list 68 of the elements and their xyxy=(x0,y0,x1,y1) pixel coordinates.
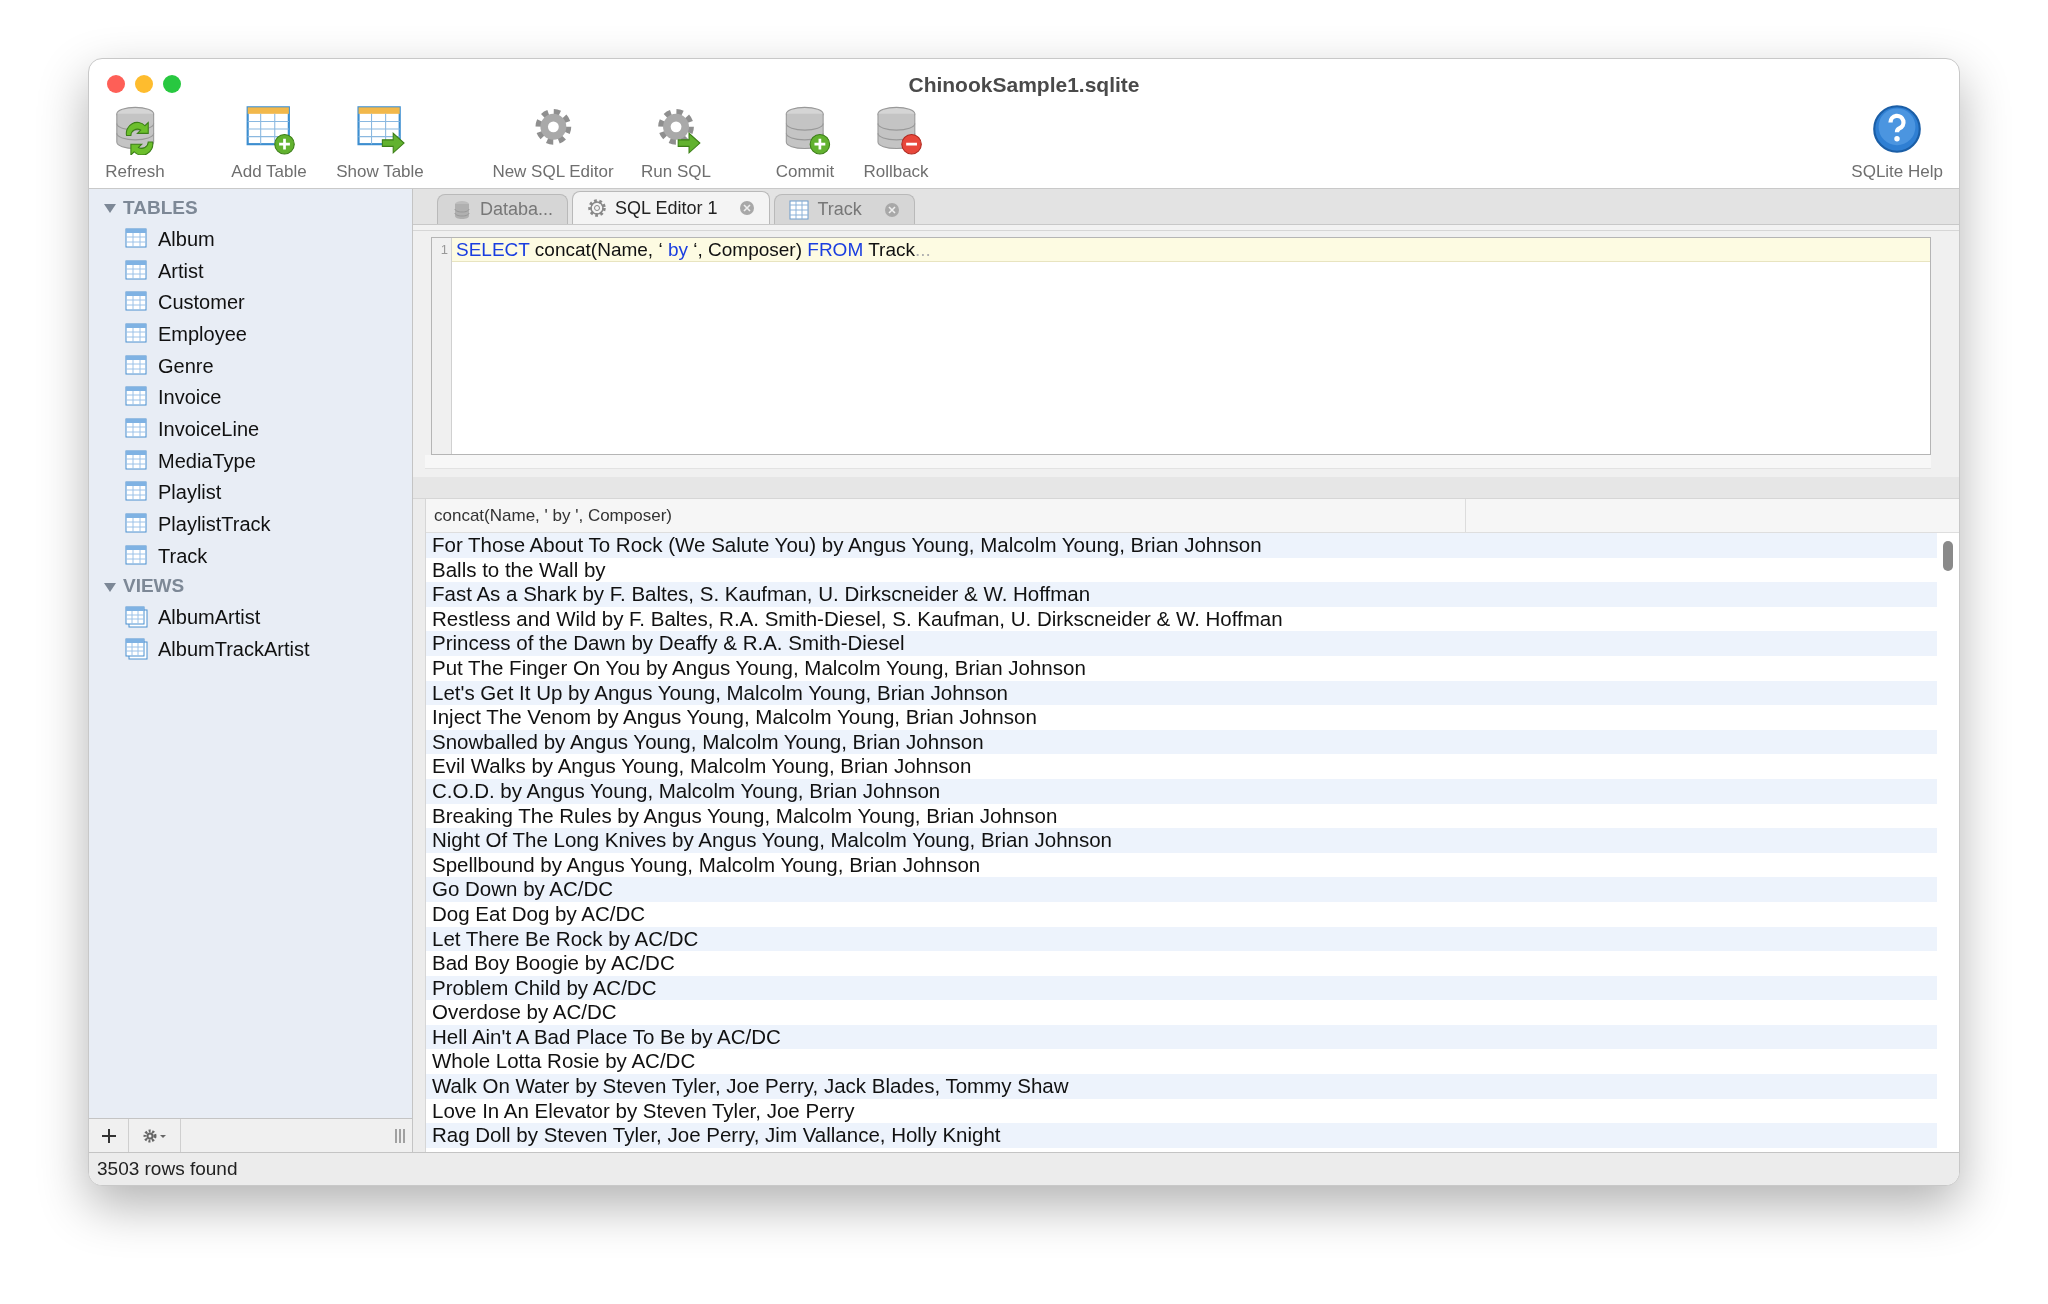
resize-handle-icon[interactable] xyxy=(394,1127,406,1144)
plus-icon xyxy=(100,1127,117,1144)
table-cell: Problem Child by AC/DC xyxy=(426,975,1937,1001)
tab[interactable]: SQL Editor 1 xyxy=(572,191,771,224)
close-tab-icon[interactable] xyxy=(883,201,900,218)
view-icon xyxy=(125,638,148,661)
table-cell: Go Down by AC/DC xyxy=(426,877,1937,902)
sidebar-item[interactable]: Playlist xyxy=(158,477,222,508)
minimize-button[interactable] xyxy=(135,75,153,93)
toolbar-button[interactable]: Add Table xyxy=(229,103,309,185)
status-text: 3503 rows found xyxy=(97,1156,238,1181)
toolbar-button[interactable]: Commit xyxy=(773,103,837,185)
table-cell: Night Of The Long Knives by Angus Young, Malcolm Young, Brian Johnson xyxy=(426,828,1937,853)
sidebar-item[interactable]: MediaType xyxy=(158,445,256,476)
sidebar-item[interactable]: Album xyxy=(158,223,215,254)
sidebar-item[interactable]: Artist xyxy=(158,255,204,286)
table-cell: Snowballed by Angus Young, Malcolm Young, Brian Johnson xyxy=(426,729,1937,755)
toolbar-button[interactable]: Refresh xyxy=(103,103,167,185)
table-cell: C.O.D. by Angus Young, Malcolm Young, Brian Johnson xyxy=(426,778,1937,804)
toolbar-button[interactable]: SQLite Help xyxy=(1849,103,1945,185)
window-title: ChinookSample1.sqlite xyxy=(908,72,1140,98)
toolbar-button[interactable]: New SQL Editor xyxy=(490,103,616,185)
table-icon xyxy=(125,291,148,314)
table-cell: Hell Ain't A Bad Place To Be by AC/DC xyxy=(426,1024,1937,1050)
table-icon xyxy=(125,481,148,504)
splitter-bar[interactable] xyxy=(413,477,1959,499)
line-number: 1 xyxy=(439,241,449,259)
zoom-button[interactable] xyxy=(163,75,181,93)
gear-icon xyxy=(587,198,608,218)
table-cell: Let's Get It Up by Angus Young, Malcolm Young, Brian Johnson xyxy=(426,680,1937,706)
gear-caret-icon xyxy=(141,1127,168,1144)
sidebar-item[interactable]: Employee xyxy=(158,318,247,349)
scrollbar-thumb[interactable] xyxy=(1943,541,1953,571)
view-icon xyxy=(125,606,148,629)
table-cell: Let There Be Rock by AC/DC xyxy=(426,926,1937,952)
table-icon xyxy=(125,259,148,282)
sidebar-item[interactable]: InvoiceLine xyxy=(158,413,260,444)
sidebar-item[interactable]: AlbumArtist xyxy=(158,602,261,633)
sidebar-item[interactable]: Customer xyxy=(158,287,245,318)
help-icon xyxy=(1871,103,1924,155)
table-icon xyxy=(125,322,148,345)
close-button[interactable] xyxy=(107,75,125,93)
sidebar-item[interactable]: Invoice xyxy=(158,382,222,413)
toolbar-button[interactable]: Rollback xyxy=(861,103,931,185)
database-icon xyxy=(452,199,472,220)
table-icon xyxy=(125,544,148,567)
sql-editor[interactable]: 1 SELECT concat(Name, ‘ by ‘, Composer) FROM Track... xyxy=(431,237,1931,455)
table-icon xyxy=(125,417,148,440)
table-cell: For Those About To Rock (We Salute You) by Angus Young, Malcolm Young, Brian Johnson xyxy=(426,533,1937,558)
table-icon xyxy=(125,449,148,472)
table-icon xyxy=(125,227,148,250)
table-icon xyxy=(125,386,148,409)
horizontal-scrollbar[interactable] xyxy=(425,455,1931,469)
sidebar-item[interactable]: PlaylistTrack xyxy=(158,509,271,540)
toolbar-button[interactable]: Show Table xyxy=(334,103,426,185)
sidebar-item[interactable]: AlbumTrackArtist xyxy=(158,634,310,665)
sidebar-item[interactable]: Track xyxy=(158,540,208,571)
table-arrow-icon xyxy=(354,103,406,155)
table-icon xyxy=(125,513,148,536)
table-cell: Walk On Water by Steven Tyler, Joe Perry, Jack Blades, Tommy Shaw xyxy=(426,1074,1937,1099)
close-tab-icon[interactable] xyxy=(739,200,756,216)
toolbar-button[interactable]: Run SQL xyxy=(639,103,713,185)
table-cell: Fast As a Shark by F. Baltes, S. Kaufman, U. Dirkscneider & W. Hoffman xyxy=(426,582,1937,607)
sidebar-item[interactable]: Genre xyxy=(158,350,214,381)
table-cell: Rag Doll by Steven Tyler, Joe Perry, Jim Vallance, Holly Knight xyxy=(426,1123,1937,1148)
table-icon xyxy=(789,199,810,220)
table-icon xyxy=(125,354,148,377)
table-cell: Princess of the Dawn by Deaffy & R.A. Smith-Diesel xyxy=(426,631,1937,656)
